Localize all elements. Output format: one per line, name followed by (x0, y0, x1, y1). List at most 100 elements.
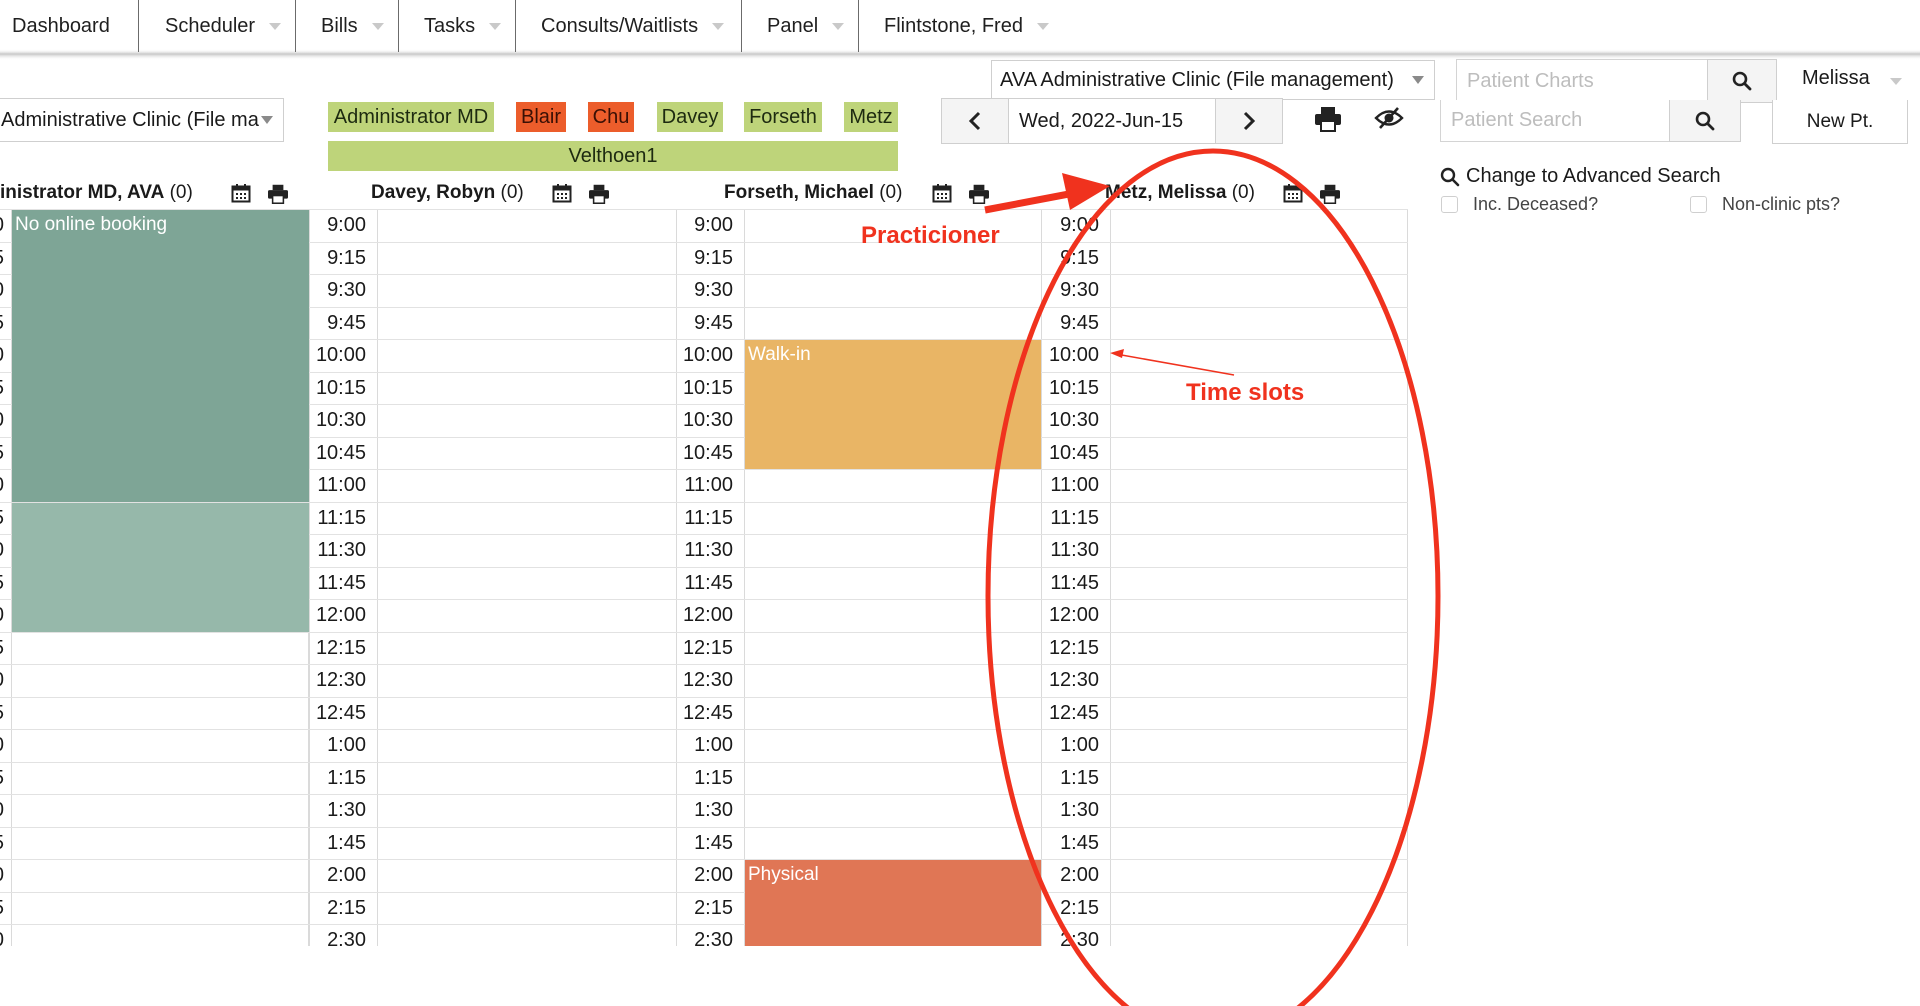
user-menu[interactable]: Melissa (1802, 67, 1870, 90)
non-clinic-checkbox[interactable] (1690, 196, 1707, 213)
time-slot[interactable] (745, 763, 1040, 795)
time-slot[interactable] (1111, 828, 1407, 860)
time-slot[interactable] (12, 860, 308, 892)
provider-tag-davey[interactable]: Davey (657, 102, 723, 132)
provider-tag-metz[interactable]: Metz (844, 102, 898, 132)
time-slot[interactable] (378, 600, 676, 632)
time-slot[interactable] (12, 893, 308, 925)
column-print-button[interactable] (1319, 184, 1341, 209)
time-slot[interactable] (378, 925, 676, 957)
time-slot[interactable] (378, 860, 676, 892)
time-slot[interactable] (1111, 275, 1407, 307)
time-slot[interactable] (378, 438, 676, 470)
patient-search-input[interactable] (1440, 100, 1670, 142)
patient-charts-input[interactable] (1456, 59, 1708, 103)
time-slot[interactable] (1111, 243, 1407, 275)
time-slot[interactable] (1111, 698, 1407, 730)
time-slot[interactable] (745, 503, 1040, 535)
time-slot[interactable] (378, 243, 676, 275)
time-slot[interactable] (378, 503, 676, 535)
time-slot[interactable] (745, 828, 1040, 860)
time-slot[interactable] (745, 698, 1040, 730)
time-slot[interactable] (378, 730, 676, 762)
time-slot[interactable] (378, 763, 676, 795)
time-slot[interactable] (1111, 925, 1407, 957)
time-slot[interactable] (1111, 308, 1407, 340)
time-slot[interactable] (745, 665, 1040, 697)
column-print-button[interactable] (267, 184, 289, 209)
nav-patient-flintstone[interactable]: Flintstone, Fred (884, 0, 1049, 52)
time-slot[interactable] (1111, 860, 1407, 892)
column-calendar-button[interactable] (231, 183, 251, 208)
nav-tasks[interactable]: Tasks (424, 0, 502, 52)
time-slot[interactable] (378, 535, 676, 567)
time-slot[interactable] (745, 795, 1040, 827)
provider-tag-chu[interactable]: Chu (588, 102, 634, 132)
patient-search-button[interactable] (1669, 100, 1741, 142)
time-slot[interactable] (378, 795, 676, 827)
nav-bills[interactable]: Bills (321, 0, 384, 52)
time-slot[interactable] (745, 568, 1040, 600)
appointment-block[interactable]: No online booking (12, 210, 309, 502)
appointment-block[interactable]: Walk-in (745, 340, 1041, 469)
chevron-down-icon[interactable] (1890, 78, 1902, 85)
time-slot[interactable] (1111, 600, 1407, 632)
appointment-block[interactable]: Physical (745, 860, 1041, 946)
time-slot[interactable] (12, 828, 308, 860)
time-slot[interactable] (745, 535, 1040, 567)
time-slot[interactable] (378, 698, 676, 730)
time-slot[interactable] (378, 893, 676, 925)
next-day-button[interactable] (1215, 98, 1283, 144)
column-print-button[interactable] (968, 184, 990, 209)
time-slot[interactable] (1111, 438, 1407, 470)
time-slot[interactable] (378, 340, 676, 372)
time-slot[interactable] (378, 665, 676, 697)
provider-tag-administrator[interactable]: Administrator MD (328, 102, 494, 132)
nav-consults-waitlists[interactable]: Consults/Waitlists (541, 0, 725, 52)
time-slot[interactable] (1111, 405, 1407, 437)
nav-panel[interactable]: Panel (767, 0, 845, 52)
patient-charts-search-button[interactable] (1707, 59, 1777, 103)
time-slot[interactable] (378, 568, 676, 600)
time-slot[interactable] (745, 275, 1040, 307)
time-slot[interactable] (378, 210, 676, 242)
time-slot[interactable] (12, 633, 308, 665)
column-calendar-button[interactable] (552, 183, 572, 208)
previous-day-button[interactable] (941, 98, 1009, 144)
provider-group-velthoen1[interactable]: Velthoen1 (328, 141, 898, 171)
time-slot[interactable] (378, 308, 676, 340)
time-slot[interactable] (745, 308, 1040, 340)
time-slot[interactable] (378, 633, 676, 665)
time-slot[interactable] (12, 665, 308, 697)
time-slot[interactable] (1111, 568, 1407, 600)
time-slot[interactable] (1111, 795, 1407, 827)
time-slot[interactable] (378, 405, 676, 437)
time-slot[interactable] (378, 275, 676, 307)
time-slot[interactable] (378, 828, 676, 860)
time-slot[interactable] (1111, 665, 1407, 697)
time-slot[interactable] (378, 373, 676, 405)
time-slot[interactable] (12, 795, 308, 827)
time-slot[interactable] (1111, 503, 1407, 535)
time-slot[interactable] (1111, 535, 1407, 567)
time-slot[interactable] (12, 925, 308, 957)
provider-tag-blair[interactable]: Blair (516, 102, 566, 132)
time-slot[interactable] (745, 470, 1040, 502)
clinic-select-header[interactable]: AVA Administrative Clinic (File manageme… (991, 60, 1435, 100)
time-slot[interactable] (12, 730, 308, 762)
time-slot[interactable] (1111, 633, 1407, 665)
date-field[interactable]: Wed, 2022-Jun-15 (1008, 98, 1216, 144)
time-slot[interactable] (378, 470, 676, 502)
time-slot[interactable] (1111, 893, 1407, 925)
column-calendar-button[interactable] (1283, 183, 1303, 208)
time-slot[interactable] (1111, 210, 1407, 242)
inc-deceased-checkbox[interactable] (1441, 196, 1458, 213)
time-slot[interactable] (1111, 763, 1407, 795)
nav-scheduler[interactable]: Scheduler (165, 0, 282, 52)
nav-dashboard[interactable]: Dashboard (12, 0, 110, 52)
time-slot[interactable] (745, 730, 1040, 762)
time-slot[interactable] (1111, 470, 1407, 502)
print-schedule-button[interactable] (1314, 106, 1342, 137)
provider-tag-forseth[interactable]: Forseth (744, 102, 822, 132)
new-patient-button[interactable]: New Pt. (1772, 100, 1908, 144)
